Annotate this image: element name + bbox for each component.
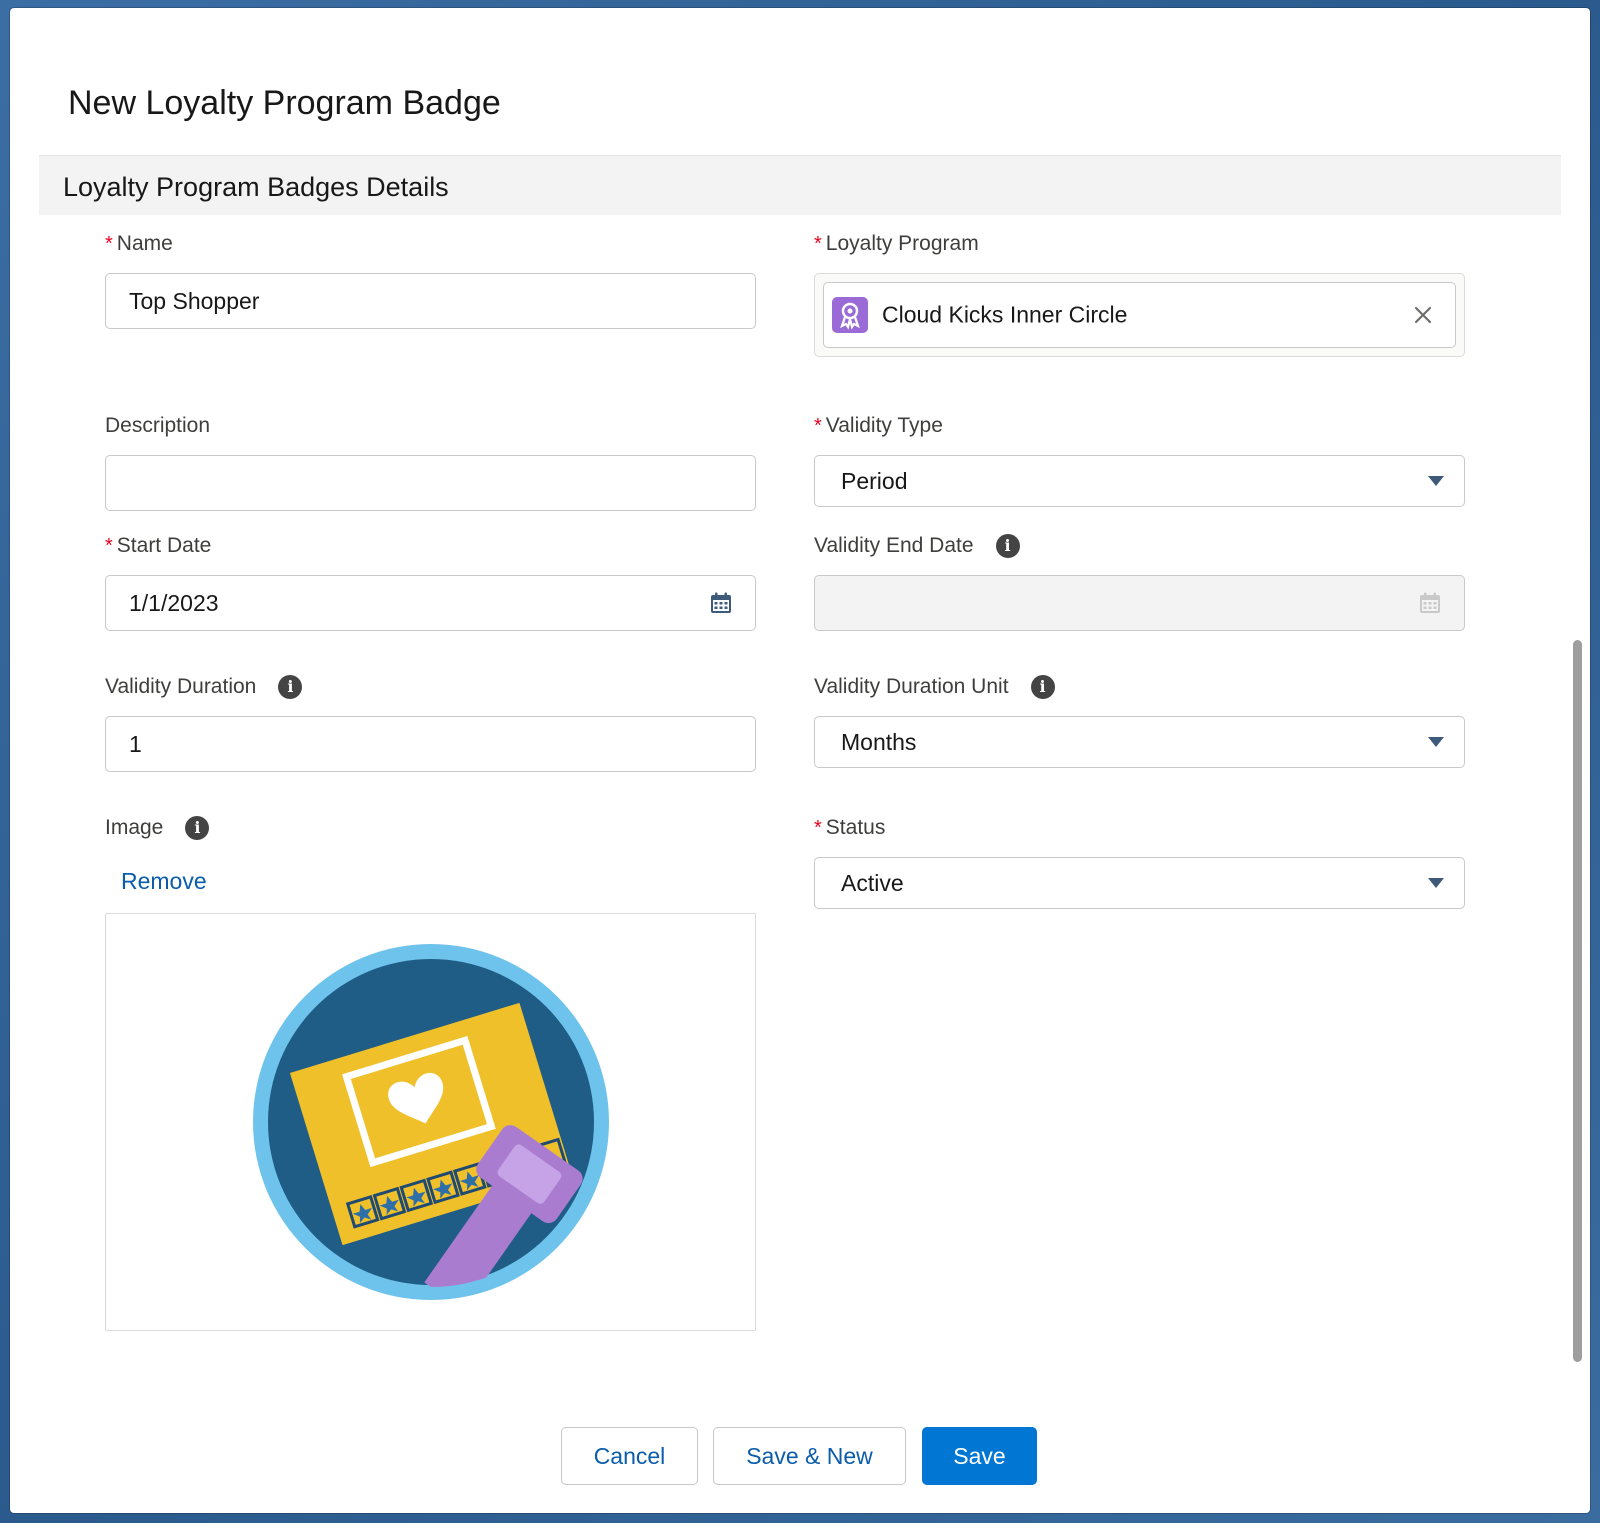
validity-duration-input[interactable]: 1: [105, 716, 756, 772]
loyalty-program-icon: [832, 297, 868, 333]
validity-end-date-input: [814, 575, 1465, 631]
chevron-down-icon: [1428, 878, 1444, 888]
loyalty-program-label: * Loyalty Program: [814, 232, 979, 255]
save-button[interactable]: Save: [922, 1427, 1037, 1485]
required-marker: *: [814, 414, 822, 437]
info-icon[interactable]: i: [995, 534, 1020, 558]
description-input[interactable]: [105, 455, 756, 511]
required-marker: *: [814, 816, 822, 839]
chevron-down-icon: [1428, 476, 1444, 486]
required-marker: *: [814, 232, 822, 255]
modal-title: New Loyalty Program Badge: [68, 84, 501, 122]
name-input[interactable]: Top Shopper: [105, 273, 756, 329]
loyalty-badge-image: [253, 944, 609, 1300]
validity-end-date-label: Validity End Date i: [814, 534, 1020, 558]
calendar-icon: [1420, 592, 1440, 613]
validity-type-select[interactable]: Period: [814, 455, 1465, 507]
section-title: Loyalty Program Badges Details: [63, 172, 449, 202]
save-and-new-button[interactable]: Save & New: [713, 1427, 906, 1485]
status-select[interactable]: Active: [814, 857, 1465, 909]
validity-duration-unit-label: Validity Duration Unit i: [814, 675, 1055, 699]
remove-image-link[interactable]: Remove: [121, 868, 207, 895]
info-icon[interactable]: i: [1030, 675, 1055, 699]
image-preview: [105, 913, 756, 1331]
calendar-icon[interactable]: [709, 591, 733, 615]
clear-selection-icon[interactable]: [1413, 305, 1433, 325]
section-header: Loyalty Program Badges Details: [39, 155, 1561, 215]
validity-type-label: * Validity Type: [814, 414, 943, 437]
info-icon[interactable]: i: [278, 675, 303, 699]
name-label: * Name: [105, 232, 173, 255]
cancel-button[interactable]: Cancel: [561, 1427, 698, 1485]
required-marker: *: [105, 232, 113, 255]
validity-duration-label: Validity Duration i: [105, 675, 303, 699]
loyalty-program-value: Cloud Kicks Inner Circle: [882, 301, 1128, 328]
validity-duration-unit-select[interactable]: Months: [814, 716, 1465, 768]
start-date-label: * Start Date: [105, 534, 212, 557]
description-label: Description: [105, 414, 211, 437]
image-label: Image i: [105, 816, 210, 840]
start-date-input[interactable]: 1/1/2023: [105, 575, 756, 631]
loyalty-program-pill[interactable]: Cloud Kicks Inner Circle: [823, 282, 1456, 348]
info-icon[interactable]: i: [185, 816, 210, 840]
new-badge-modal: New Loyalty Program Badge Loyalty Progra…: [10, 8, 1590, 1513]
required-marker: *: [105, 534, 113, 557]
loyalty-program-lookup: Cloud Kicks Inner Circle: [814, 273, 1465, 357]
scrollbar[interactable]: [1573, 640, 1582, 1362]
status-label: * Status: [814, 816, 886, 839]
chevron-down-icon: [1428, 737, 1444, 747]
